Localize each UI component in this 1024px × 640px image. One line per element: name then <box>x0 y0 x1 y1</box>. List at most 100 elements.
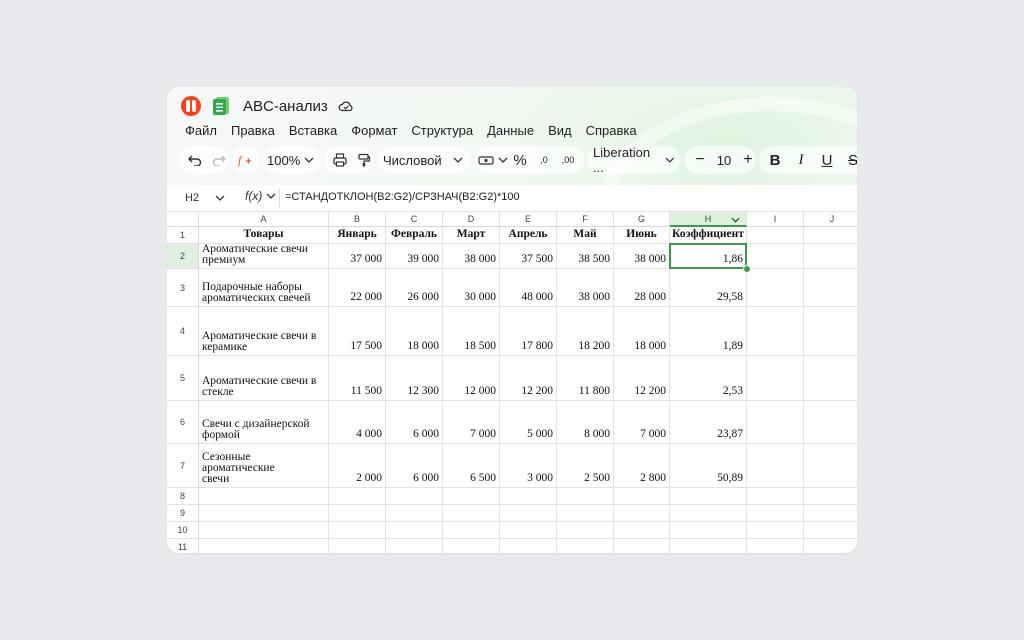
empty-cell[interactable] <box>557 505 614 522</box>
empty-cell[interactable] <box>329 539 386 553</box>
value-cell[interactable]: 12 300 <box>386 356 443 401</box>
product-cell[interactable]: Сезонные ароматические свечи <box>199 444 329 488</box>
empty-cell[interactable] <box>329 488 386 505</box>
empty-cell[interactable] <box>557 522 614 539</box>
row-header-11[interactable]: 11 <box>167 539 199 553</box>
value-cell[interactable]: 6 000 <box>386 401 443 444</box>
empty-cell[interactable] <box>443 539 500 553</box>
value-cell[interactable]: 39 000 <box>386 244 443 269</box>
empty-cell[interactable] <box>804 244 857 269</box>
empty-cell[interactable] <box>747 444 804 488</box>
row-header-1[interactable]: 1 <box>167 227 199 244</box>
empty-cell[interactable] <box>670 522 747 539</box>
value-cell[interactable]: 5 000 <box>500 401 557 444</box>
menu-data[interactable]: Данные <box>487 121 534 140</box>
empty-cell[interactable] <box>804 539 857 553</box>
empty-cell[interactable] <box>804 269 857 307</box>
column-menu-chevron-icon[interactable] <box>731 217 740 223</box>
empty-cell[interactable] <box>804 307 857 356</box>
value-cell[interactable]: 26 000 <box>386 269 443 307</box>
document-title[interactable]: ABC-анализ <box>243 98 328 115</box>
empty-cell[interactable] <box>747 227 804 244</box>
product-cell[interactable]: Подарочные наборы ароматических свечей <box>199 269 329 307</box>
empty-cell[interactable] <box>199 539 329 553</box>
empty-cell[interactable] <box>329 505 386 522</box>
undo-button[interactable] <box>183 146 207 174</box>
product-cell[interactable]: Ароматические свечи премиум <box>199 244 329 269</box>
value-cell[interactable]: 22 000 <box>329 269 386 307</box>
coefficient-cell[interactable]: 2,53 <box>670 356 747 401</box>
empty-cell[interactable] <box>747 269 804 307</box>
empty-cell[interactable] <box>747 401 804 444</box>
value-cell[interactable]: 3 000 <box>500 444 557 488</box>
row-header-2[interactable]: 2 <box>167 244 199 269</box>
coefficient-cell[interactable]: 29,58 <box>670 269 747 307</box>
menu-insert[interactable]: Вставка <box>289 121 337 140</box>
column-header-b[interactable]: B <box>329 211 386 227</box>
column-header-a[interactable]: A <box>199 211 329 227</box>
currency-format-button[interactable] <box>478 146 508 174</box>
empty-cell[interactable] <box>500 488 557 505</box>
value-cell[interactable]: 12 000 <box>443 356 500 401</box>
column-header-f[interactable]: F <box>557 211 614 227</box>
font-size-decrease-button[interactable]: − <box>688 146 712 174</box>
value-cell[interactable]: 38 000 <box>614 244 670 269</box>
value-cell[interactable]: 18 200 <box>557 307 614 356</box>
coefficient-cell[interactable]: 50,89 <box>670 444 747 488</box>
product-cell[interactable]: Свечи с дизайнерской формой <box>199 401 329 444</box>
value-cell[interactable]: 30 000 <box>443 269 500 307</box>
row-header-7[interactable]: 7 <box>167 444 199 488</box>
empty-cell[interactable] <box>747 539 804 553</box>
empty-cell[interactable] <box>386 488 443 505</box>
empty-cell[interactable] <box>614 488 670 505</box>
empty-cell[interactable] <box>747 356 804 401</box>
value-cell[interactable]: 7 000 <box>614 401 670 444</box>
empty-cell[interactable] <box>443 505 500 522</box>
formula-input[interactable]: =СТАНДОТКЛОН(B2:G2)/СРЗНАЧ(B2:G2)*100 <box>285 191 520 203</box>
empty-cell[interactable] <box>557 539 614 553</box>
empty-cell[interactable] <box>386 522 443 539</box>
value-cell[interactable]: 37 500 <box>500 244 557 269</box>
row-header-5[interactable]: 5 <box>167 356 199 401</box>
empty-cell[interactable] <box>747 522 804 539</box>
product-cell[interactable]: Ароматические свечи в стекле <box>199 356 329 401</box>
empty-cell[interactable] <box>443 522 500 539</box>
value-cell[interactable]: 11 500 <box>329 356 386 401</box>
italic-button[interactable]: I <box>789 146 813 174</box>
value-cell[interactable]: 38 000 <box>557 269 614 307</box>
value-cell[interactable]: 17 800 <box>500 307 557 356</box>
value-cell[interactable]: 2 000 <box>329 444 386 488</box>
increase-decimals-button[interactable]: ,00 <box>556 146 580 174</box>
value-cell[interactable]: 6 000 <box>386 444 443 488</box>
value-cell[interactable]: 12 200 <box>614 356 670 401</box>
product-cell[interactable]: Ароматические свечи в керамике <box>199 307 329 356</box>
empty-cell[interactable] <box>614 505 670 522</box>
column-header-g[interactable]: G <box>614 211 670 227</box>
header-cell[interactable]: Февраль <box>386 227 443 244</box>
empty-cell[interactable] <box>747 244 804 269</box>
value-cell[interactable]: 8 000 <box>557 401 614 444</box>
row-header-6[interactable]: 6 <box>167 401 199 444</box>
zoom-select[interactable]: 100% <box>267 146 314 174</box>
empty-cell[interactable] <box>500 505 557 522</box>
empty-cell[interactable] <box>614 539 670 553</box>
coefficient-cell[interactable]: 1,86 <box>670 244 747 269</box>
column-header-j[interactable]: J <box>804 211 857 227</box>
percent-format-button[interactable]: % <box>508 146 532 174</box>
row-header-8[interactable]: 8 <box>167 488 199 505</box>
value-cell[interactable]: 18 500 <box>443 307 500 356</box>
empty-cell[interactable] <box>386 539 443 553</box>
insert-function-button[interactable]: f <box>234 146 258 174</box>
empty-cell[interactable] <box>670 505 747 522</box>
value-cell[interactable]: 48 000 <box>500 269 557 307</box>
empty-cell[interactable] <box>329 522 386 539</box>
menu-file[interactable]: Файл <box>185 121 217 140</box>
empty-cell[interactable] <box>500 522 557 539</box>
font-size-value[interactable]: 10 <box>712 146 736 174</box>
value-cell[interactable]: 17 500 <box>329 307 386 356</box>
empty-cell[interactable] <box>670 488 747 505</box>
header-cell[interactable]: Коэффициент <box>670 227 747 244</box>
row-header-3[interactable]: 3 <box>167 269 199 307</box>
row-header-9[interactable]: 9 <box>167 505 199 522</box>
font-select[interactable]: Liberation ... <box>587 145 681 175</box>
